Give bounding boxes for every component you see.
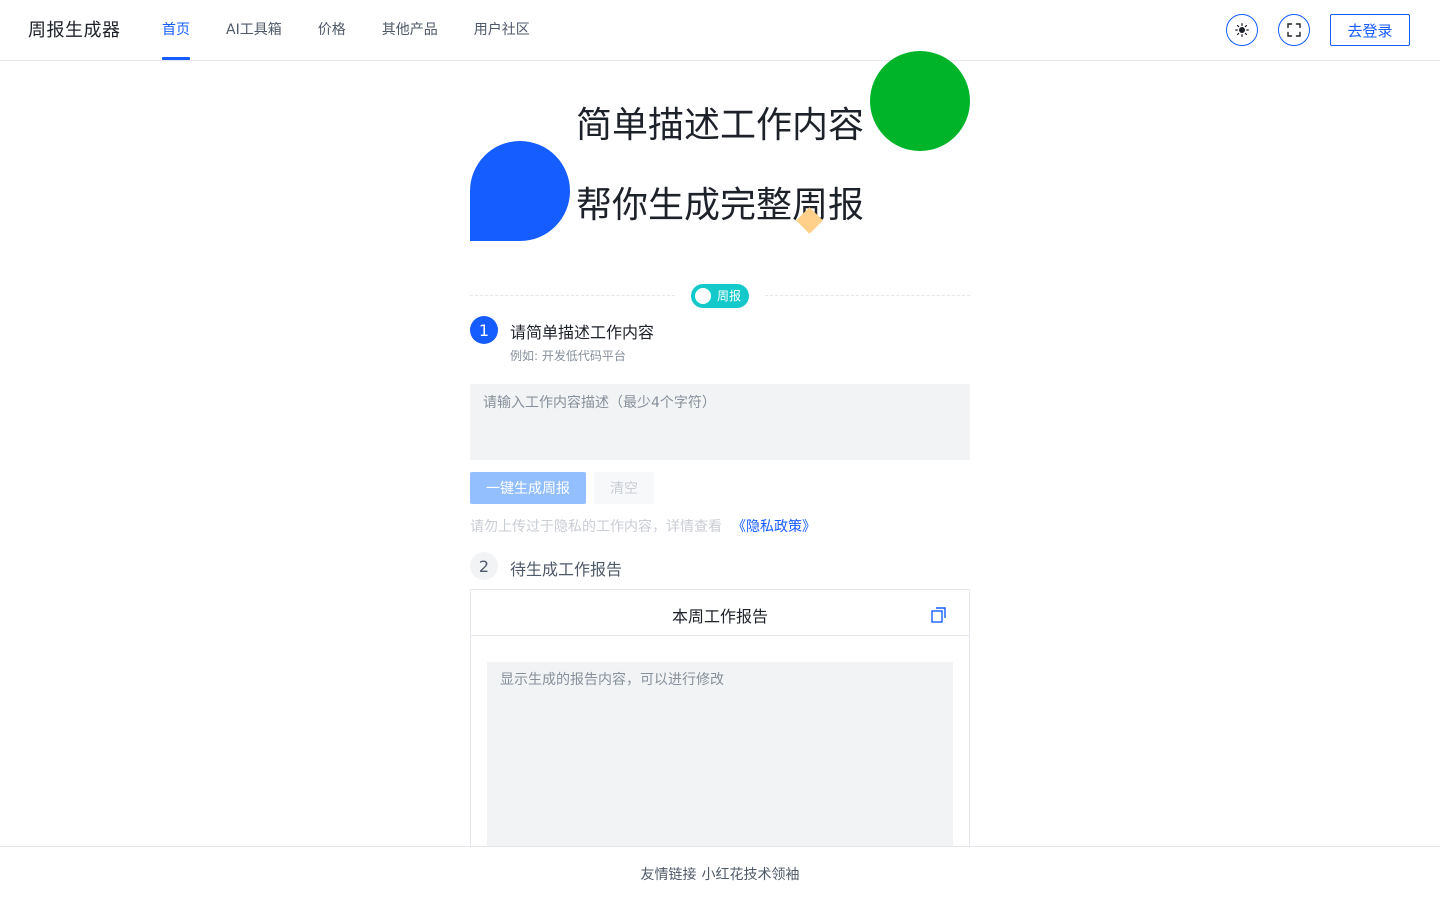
fullscreen-button[interactable] [1278,14,1310,46]
work-content-input[interactable] [470,384,970,460]
page-footer: 友情链接 小红花技术领袖 [0,846,1440,900]
divider-left [470,295,675,296]
generate-report-button[interactable]: 一键生成周报 [470,472,586,504]
sun-icon [1235,23,1249,37]
footer-label: 友情链接 [640,866,697,883]
privacy-text: 请勿上传过于隐私的工作内容，详情查看 [470,519,722,535]
report-card-title: 本周工作报告 [671,607,768,626]
report-card: 本周工作报告 [470,589,970,892]
nav-item-pricing[interactable]: 价格 [318,0,346,60]
report-card-header: 本周工作报告 [471,590,969,636]
main-nav: 首页 AI工具箱 价格 其他产品 用户社区 [162,0,566,60]
switch-knob [695,288,711,304]
step-1-description: 例如: 开发低代码平台 [510,349,626,363]
hero-title-line1: 简单描述工作内容 [575,105,864,146]
fullscreen-icon [1287,23,1301,37]
nav-item-other-products[interactable]: 其他产品 [382,0,438,60]
step-1-title: 请简单描述工作内容 [510,323,655,342]
login-button[interactable]: 去登录 [1330,14,1410,46]
step-2-number: 2 [470,552,498,580]
divider-right [765,295,970,296]
report-type-switch[interactable]: 周报 [691,284,749,308]
nav-item-ai-toolbox[interactable]: AI工具箱 [226,0,282,60]
footer-friend-link[interactable]: 小红花技术领袖 [702,864,800,884]
clear-button[interactable]: 清空 [594,472,654,504]
switch-label: 周报 [717,289,742,303]
hero-title-line2: 帮你生成完整周报 [575,185,864,226]
theme-toggle-button[interactable] [1226,14,1258,46]
nav-item-community[interactable]: 用户社区 [474,0,530,60]
app-logo[interactable]: 周报生成器 [28,16,121,42]
step-1-number: 1 [470,316,498,344]
copy-icon[interactable] [930,606,948,624]
privacy-notice: 请勿上传过于隐私的工作内容，详情查看 《隐私政策》 [470,516,816,536]
step-2-title: 待生成工作报告 [510,560,623,579]
nav-item-home[interactable]: 首页 [162,0,190,60]
privacy-policy-link[interactable]: 《隐私政策》 [732,519,816,535]
top-header: 周报生成器 首页 AI工具箱 价格 其他产品 用户社区 去登录 [0,0,1440,61]
